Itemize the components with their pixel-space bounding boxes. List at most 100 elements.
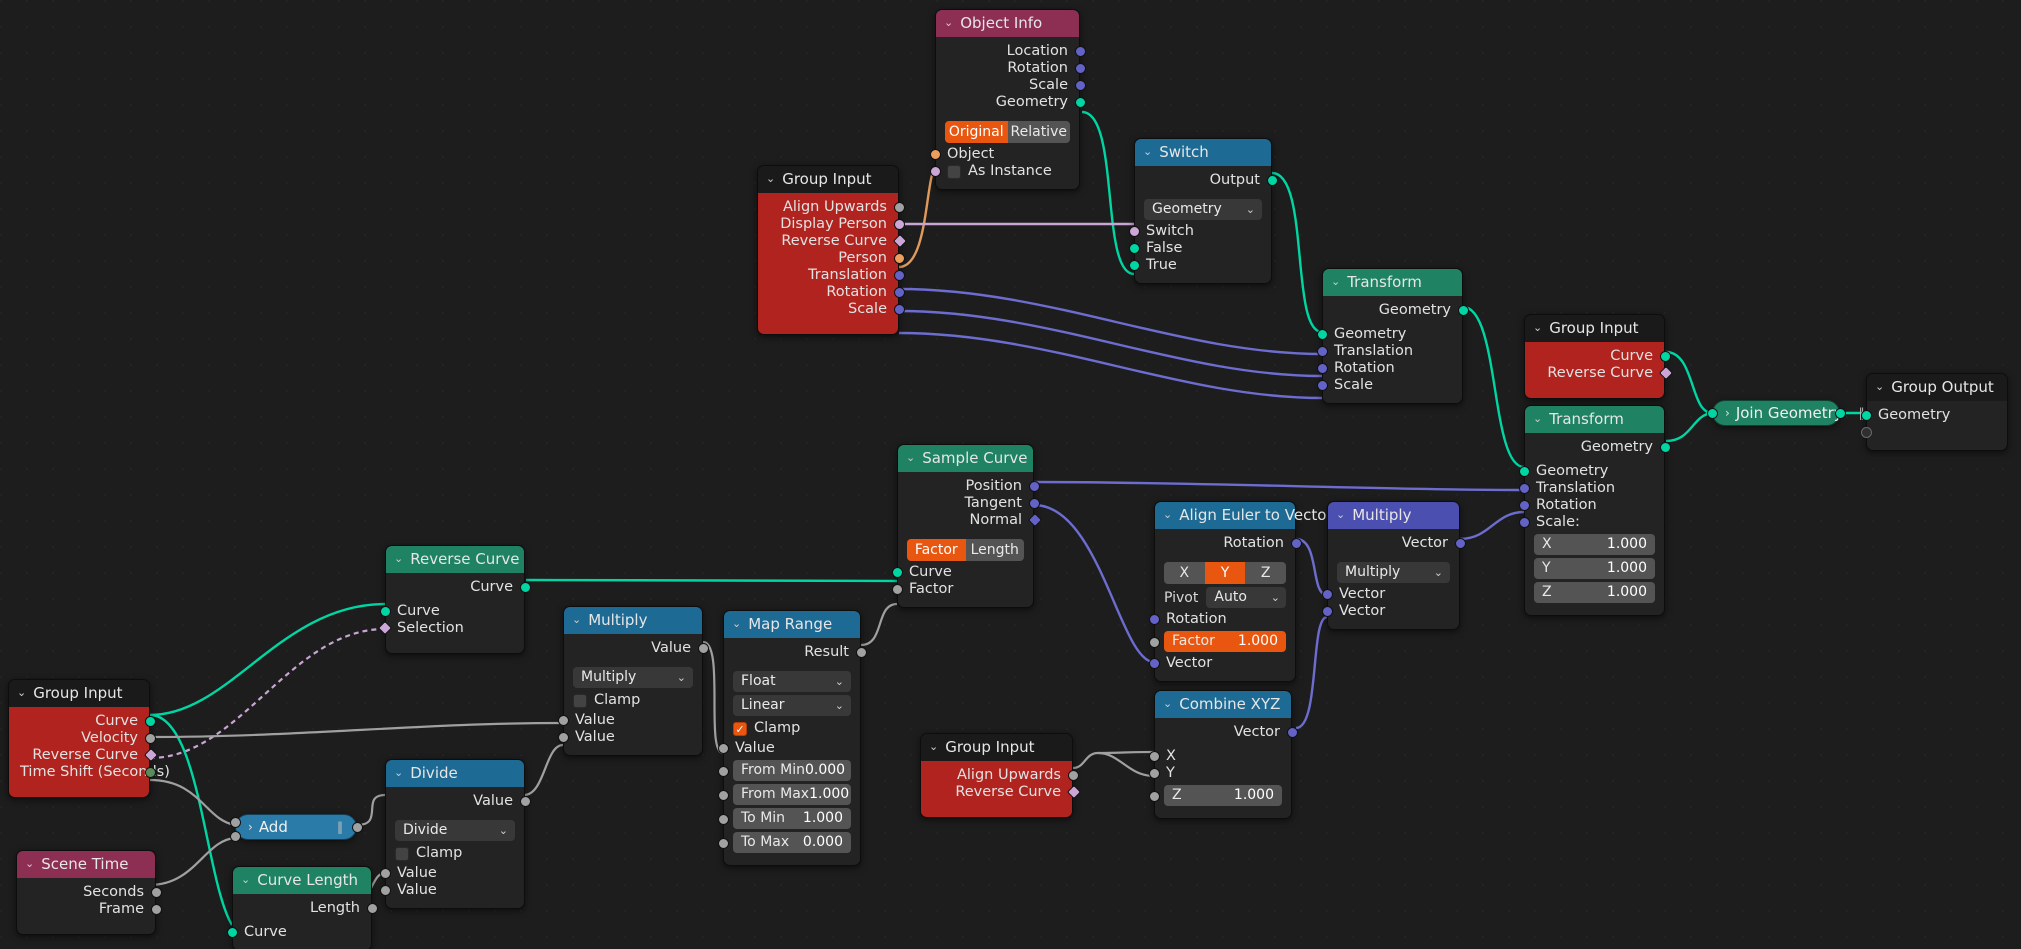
socket-row-vector-out[interactable]: Vector <box>1328 535 1466 552</box>
output-socket-value[interactable] <box>351 822 363 833</box>
socket-row-switch[interactable]: Switch <box>1128 223 1271 240</box>
socket-row-translation[interactable]: Translation <box>1316 343 1462 360</box>
input-socket-factor[interactable] <box>1148 637 1160 648</box>
clamp-checkbox[interactable] <box>573 693 587 708</box>
output-socket-person[interactable] <box>893 253 905 264</box>
socket-row-align-upwards[interactable]: Align Upwards <box>758 199 905 216</box>
output-socket-rotation[interactable] <box>1290 538 1302 549</box>
to-max-row[interactable]: To Max 0.000 <box>717 832 860 853</box>
output-socket-vector[interactable] <box>1286 727 1298 738</box>
socket-row-geometry[interactable]: Geometry <box>936 94 1086 111</box>
input-socket-curve[interactable] <box>226 927 238 938</box>
output-socket-frame[interactable] <box>150 904 162 915</box>
node-map-range[interactable]: ⌄ Map Range Result Float ⌄ Linear ⌄ ✓ Cl… <box>717 610 867 866</box>
input-socket-rotation[interactable] <box>1148 614 1160 625</box>
output-socket-position[interactable] <box>1028 481 1040 492</box>
socket-row-normal[interactable]: Normal <box>898 512 1042 529</box>
node-header[interactable]: ⌄ Scene Time <box>17 851 155 878</box>
collapse-chevron-icon[interactable]: ⌄ <box>394 553 403 564</box>
socket-row-value-1[interactable]: Value <box>379 865 524 882</box>
scale-x-field[interactable]: X 1.000 <box>1534 534 1655 555</box>
socket-row-curve[interactable]: Curve <box>891 564 1033 581</box>
node-group-input-left[interactable]: ⌄ Group Input Curve Velocity Reverse Cur… <box>8 679 170 798</box>
collapse-chevron-icon[interactable]: ⌄ <box>1336 509 1345 520</box>
socket-row-vector-1[interactable]: Vector <box>1321 586 1459 603</box>
from-min-field[interactable]: From Min 0.000 <box>733 760 851 781</box>
input-socket-true[interactable] <box>1128 260 1140 271</box>
node-join-geometry[interactable]: › Join Geometry ‖ <box>1706 400 1865 426</box>
node-divide[interactable]: ⌄ Divide Value Divide ⌄ Clamp Value Valu… <box>379 759 531 909</box>
node-group-output[interactable]: ⌄ Group Output Geometry <box>1860 373 2008 451</box>
operation-dropdown[interactable]: Multiply ⌄ <box>1337 562 1450 583</box>
input-socket-x[interactable] <box>1148 751 1160 762</box>
option-axis-y[interactable]: Y <box>1204 562 1246 584</box>
output-socket-result[interactable] <box>855 647 867 658</box>
input-socket-selection[interactable] <box>377 620 392 636</box>
factor-field[interactable]: Factor 1.000 <box>1164 631 1286 652</box>
node-header[interactable]: ⌄ Switch <box>1135 139 1271 166</box>
input-socket-translation[interactable] <box>1518 483 1530 494</box>
operation-dropdown[interactable]: Multiply ⌄ <box>573 667 693 688</box>
socket-row-value-2[interactable]: Value <box>557 729 702 746</box>
socket-row-vector-2[interactable]: Vector <box>1321 603 1459 620</box>
input-socket-vector-1[interactable] <box>1321 589 1333 600</box>
output-socket-curve[interactable] <box>519 582 531 593</box>
socket-row-true[interactable]: True <box>1128 257 1271 274</box>
socket-row-scale[interactable]: Scale <box>758 301 905 318</box>
collapse-chevron-icon[interactable]: ⌄ <box>1533 322 1542 333</box>
collapse-chevron-icon[interactable]: ⌄ <box>1331 276 1340 287</box>
node-switch[interactable]: ⌄ Switch Output Geometry ⌄ Switch False <box>1128 138 1278 284</box>
socket-row-time-shift[interactable]: Time Shift (Seconds) <box>9 764 170 781</box>
socket-row-curve[interactable]: Curve <box>9 713 156 730</box>
input-socket-value-2[interactable] <box>379 885 391 896</box>
node-multiply-vector[interactable]: ⌄ Multiply Vector Multiply ⌄ Vector Vect… <box>1321 501 1466 630</box>
input-socket-factor[interactable] <box>891 584 903 595</box>
option-axis-z[interactable]: Z <box>1245 562 1286 584</box>
axis-toggle[interactable]: X Y Z <box>1164 562 1286 584</box>
input-socket-geometry[interactable] <box>1860 410 1872 421</box>
node-header[interactable]: ⌄ Divide <box>386 760 524 787</box>
collapse-chevron-icon[interactable]: ⌄ <box>17 687 26 698</box>
input-socket-vector[interactable] <box>1148 658 1160 669</box>
collapse-chevron-icon[interactable]: ⌄ <box>241 874 250 885</box>
socket-row-curve-out[interactable]: Curve <box>386 579 531 596</box>
socket-row-scale[interactable]: Scale <box>936 77 1086 94</box>
node-curve-length[interactable]: ⌄ Curve Length Length Curve <box>226 866 378 949</box>
node-scene-time[interactable]: ⌄ Scene Time Seconds Frame <box>16 850 162 935</box>
transform-space-toggle[interactable]: Original Relative <box>945 121 1070 143</box>
node-header[interactable]: ⌄ Group Input <box>758 166 898 193</box>
node-object-info[interactable]: ⌄ Object Info Location Rotation Scale Ge… <box>929 9 1086 190</box>
socket-row-align-upwards[interactable]: Align Upwards <box>921 767 1079 784</box>
socket-row-velocity[interactable]: Velocity <box>9 730 156 747</box>
output-socket-value[interactable] <box>697 643 709 654</box>
output-socket-rotation[interactable] <box>1074 63 1086 74</box>
collapse-chevron-icon[interactable]: ⌄ <box>929 741 938 752</box>
socket-row-object[interactable]: Object <box>929 146 1079 163</box>
socket-row-translation[interactable]: Translation <box>1518 480 1664 497</box>
input-socket-to-min[interactable] <box>717 814 729 825</box>
input-socket-geometry[interactable] <box>1706 408 1718 419</box>
output-socket-seconds[interactable] <box>150 887 162 898</box>
output-socket-align-upwards[interactable] <box>893 202 905 213</box>
collapse-chevron-icon[interactable]: ⌄ <box>1533 413 1542 424</box>
socket-row-value-out[interactable]: Value <box>386 793 531 810</box>
clamp-row[interactable]: Clamp <box>573 691 693 710</box>
node-group-input-main[interactable]: ⌄ Group Input Align Upwards Display Pers… <box>757 165 907 335</box>
output-socket-velocity[interactable] <box>144 733 156 744</box>
socket-row-vector[interactable]: Vector <box>1148 655 1295 672</box>
socket-row-as-instance[interactable]: As Instance <box>929 163 1079 180</box>
socket-row-seconds[interactable]: Seconds <box>17 884 162 901</box>
z-field[interactable]: Z 1.000 <box>1164 785 1282 806</box>
output-socket-scale[interactable] <box>1074 80 1086 91</box>
output-socket-geometry[interactable] <box>1457 305 1469 316</box>
clamp-row[interactable]: Clamp <box>395 844 515 863</box>
data-type-dropdown[interactable]: Geometry ⌄ <box>1144 199 1262 220</box>
socket-row-curve-in[interactable]: Curve <box>379 603 524 620</box>
clamp-row[interactable]: ✓ Clamp <box>733 719 851 738</box>
input-socket-value-1[interactable] <box>229 817 241 828</box>
socket-row-rotation[interactable]: Rotation <box>1316 360 1462 377</box>
node-header[interactable]: ⌄ Group Input <box>1525 315 1664 342</box>
socket-row-result[interactable]: Result <box>724 644 867 661</box>
node-header[interactable]: ⌄ Sample Curve <box>898 445 1033 472</box>
node-transform-1[interactable]: ⌄ Transform Geometry Geometry Translatio… <box>1316 268 1469 404</box>
